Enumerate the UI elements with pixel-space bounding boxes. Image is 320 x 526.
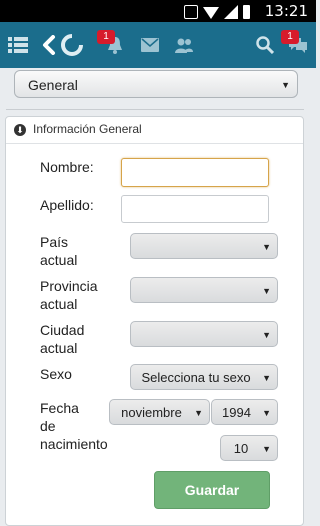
chevron-down-icon: ▼ (262, 373, 271, 383)
ciudad-label-line2: actual (40, 340, 78, 356)
sexo-label: Sexo (40, 366, 72, 382)
messages-badge: 1 (281, 30, 299, 44)
chevron-down-icon: ▼ (262, 286, 271, 296)
back-icon[interactable] (40, 22, 58, 68)
fecha-label-line2: de (40, 418, 56, 434)
nombre-label: Nombre: (40, 159, 94, 175)
sexo-select[interactable]: Selecciona tu sexo ▼ (130, 364, 278, 390)
panel-title: Información General (33, 122, 142, 136)
chat-icon[interactable] (286, 22, 310, 68)
pais-label-line2: actual (40, 252, 78, 268)
chevron-down-icon: ▼ (262, 408, 271, 418)
chevron-down-icon: ▼ (194, 408, 203, 418)
search-icon[interactable] (254, 22, 276, 68)
apellido-label: Apellido: (40, 197, 94, 213)
save-button[interactable]: Guardar (154, 471, 270, 509)
chevron-down-icon: ▼ (262, 330, 271, 340)
chevron-down-icon: ▼ (262, 444, 271, 454)
logo-icon[interactable] (60, 22, 84, 68)
fecha-label-line3: nacimiento (40, 436, 108, 452)
signal-icon (224, 5, 238, 19)
menu-icon[interactable] (6, 22, 30, 68)
month-select[interactable]: noviembre ▼ (109, 399, 210, 425)
provincia-select[interactable]: ▼ (130, 277, 278, 303)
wifi-icon (203, 7, 219, 19)
status-icons (184, 3, 250, 19)
provincia-label-line2: actual (40, 296, 78, 312)
sexo-select-value: Selecciona tu sexo (141, 370, 251, 385)
panel-header[interactable]: ⬇ Información General (6, 117, 303, 144)
ciudad-select[interactable]: ▼ (130, 321, 278, 347)
pais-label-line1: País (40, 234, 69, 250)
messages-icon[interactable] (140, 22, 160, 68)
day-select-value: 10 (233, 441, 249, 456)
notifications-badge: 1 (97, 30, 115, 44)
status-time: 13:21 (264, 2, 308, 20)
day-select[interactable]: 10 ▼ (220, 435, 278, 461)
year-select-value: 1994 (222, 405, 251, 420)
section-select-value: General (28, 77, 78, 93)
fecha-label-line1: Fecha (40, 400, 79, 416)
ciudad-label-line1: Ciudad (40, 322, 85, 338)
nombre-input[interactable] (121, 158, 269, 187)
apellido-input[interactable] (121, 195, 269, 223)
notifications-icon[interactable] (104, 22, 126, 68)
pais-select[interactable]: ▼ (130, 233, 278, 259)
month-select-value: noviembre (121, 405, 182, 420)
year-select[interactable]: 1994 ▼ (211, 399, 278, 425)
vibrate-icon (184, 5, 198, 19)
chevron-down-icon: ▼ (262, 242, 271, 252)
divider (6, 109, 304, 110)
battery-icon (243, 5, 250, 19)
section-select[interactable]: General ▼ (14, 70, 298, 98)
friends-icon[interactable] (173, 22, 195, 68)
collapse-icon[interactable]: ⬇ (14, 124, 26, 136)
provincia-label-line1: Provincia (40, 278, 98, 294)
status-bar: 13:21 (0, 0, 316, 22)
chevron-down-icon: ▼ (281, 80, 290, 90)
app-bar: 1 1 (0, 22, 316, 68)
